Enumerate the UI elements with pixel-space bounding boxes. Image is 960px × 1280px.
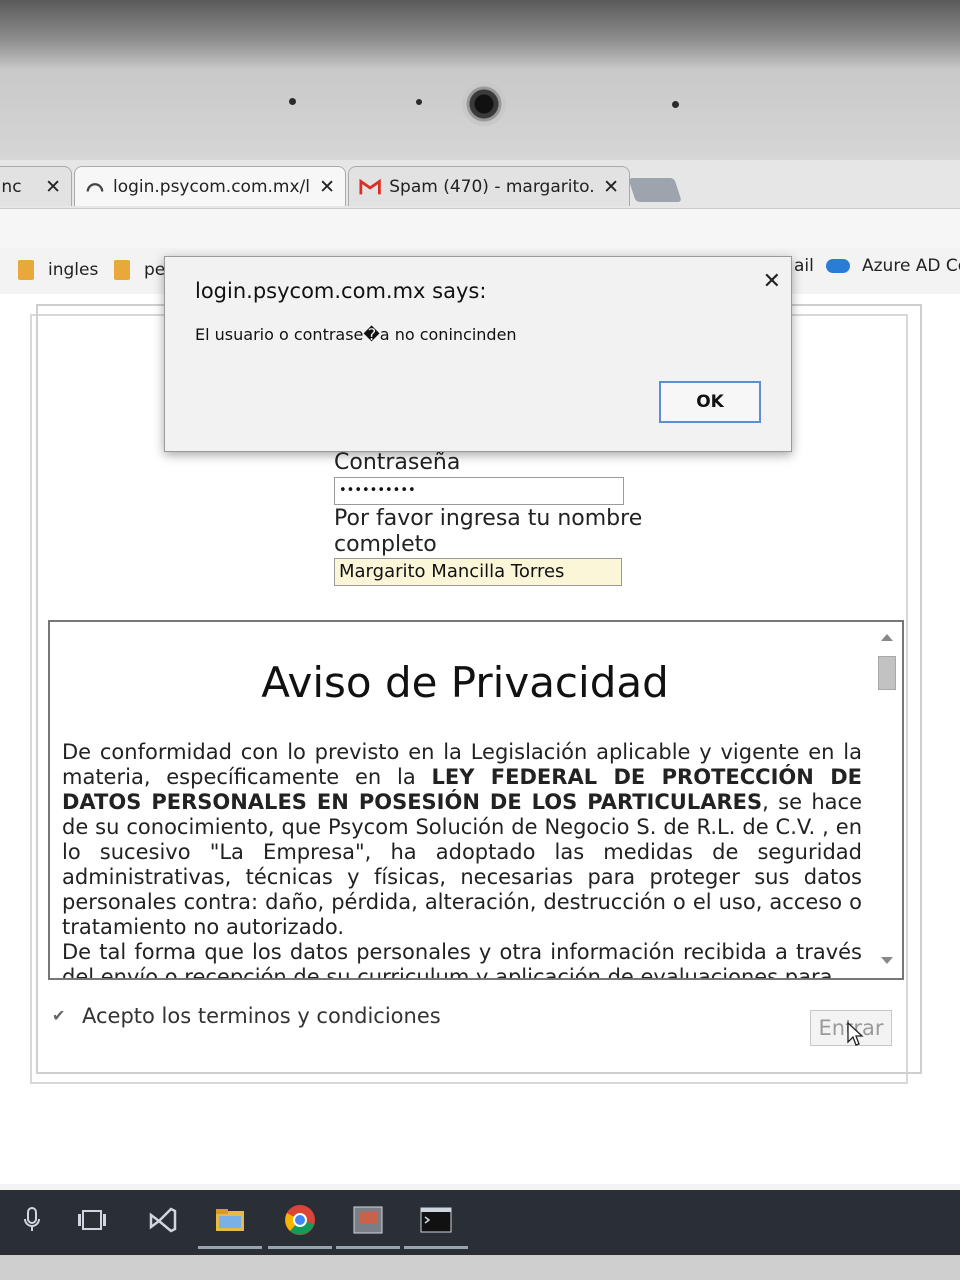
chrome-icon[interactable] — [268, 1204, 332, 1249]
folder-icon — [114, 260, 130, 280]
tab-login[interactable]: login.psycom.com.mx/log ✕ — [74, 166, 346, 206]
alert-dialog: login.psycom.com.mx says: ✕ El usuario o… — [164, 256, 792, 452]
scroll-down-icon[interactable] — [881, 957, 893, 964]
close-icon[interactable]: ✕ — [37, 176, 61, 198]
cloud-icon — [826, 259, 850, 273]
terminal-icon[interactable] — [404, 1204, 468, 1249]
bookmark-azure[interactable]: Azure AD Cor — [826, 256, 960, 276]
bookmark-label: Azure AD Cor — [862, 256, 960, 276]
bookmark-ingles[interactable]: ingles — [18, 260, 98, 280]
tab-gmail-spam[interactable]: Spam (470) - margarito.m ✕ — [348, 166, 630, 206]
browser-toolbar — [0, 208, 960, 248]
bookmark-label: ingles — [48, 260, 99, 280]
close-icon[interactable]: ✕ — [595, 176, 619, 198]
tab-title: anc — [0, 176, 22, 197]
accept-checkbox[interactable]: ✔ — [52, 1008, 68, 1024]
close-icon[interactable]: ✕ — [763, 269, 781, 294]
visual-studio-icon[interactable] — [146, 1204, 178, 1236]
name-label-line1: Por favor ingresa tu nombre — [334, 506, 643, 531]
tab-previous[interactable]: anc ✕ — [0, 166, 72, 206]
gmail-icon — [359, 178, 381, 194]
task-view-icon[interactable] — [76, 1204, 108, 1236]
privacy-paragraph-2: De tal forma que los datos personales y … — [62, 940, 862, 980]
privacy-paragraph-1: De conformidad con lo previsto en la Leg… — [62, 740, 862, 940]
bookmark-label: ail — [794, 256, 814, 276]
app-icon[interactable] — [336, 1204, 400, 1249]
bezel-sensor-dot — [289, 98, 296, 105]
bookmark-pe[interactable]: pe — [114, 260, 165, 280]
bookmark-label: pe — [144, 260, 166, 280]
mouse-cursor-icon — [847, 1022, 864, 1046]
accept-label: Acepto los terminos y condiciones — [82, 1004, 441, 1028]
new-tab-button[interactable] — [628, 178, 682, 202]
scroll-thumb[interactable] — [878, 656, 896, 690]
full-name-field[interactable]: Margarito Mancilla Torres — [334, 558, 622, 586]
file-explorer-icon[interactable] — [198, 1204, 262, 1249]
laptop-bezel — [0, 0, 960, 160]
accept-terms[interactable]: ✔ Acepto los terminos y condiciones — [52, 1004, 441, 1028]
laptop-bezel-bottom — [0, 1255, 960, 1280]
ok-button[interactable]: OK — [659, 381, 761, 423]
dialog-title: login.psycom.com.mx says: — [195, 279, 487, 303]
privacy-scrollbar[interactable] — [876, 628, 898, 976]
bezel-sensor-dot — [416, 99, 422, 105]
close-icon[interactable]: ✕ — [311, 176, 335, 198]
scroll-up-icon[interactable] — [881, 634, 893, 641]
microphone-icon[interactable] — [16, 1204, 48, 1236]
bezel-sensor-dot — [672, 101, 679, 108]
password-label: Contraseña — [334, 450, 461, 475]
tab-title: login.psycom.com.mx/log — [112, 176, 312, 197]
folder-icon — [18, 260, 34, 280]
taskbar — [0, 1190, 960, 1255]
loading-spinner-icon — [86, 182, 104, 192]
password-field[interactable]: •••••••••• — [334, 477, 624, 505]
screen: anc ✕ login.psycom.com.mx/log ✕ Spam (47… — [0, 160, 960, 1255]
webcam-icon — [462, 82, 506, 126]
tab-strip: anc ✕ login.psycom.com.mx/log ✕ Spam (47… — [0, 160, 960, 208]
bookmark-mail[interactable]: ail — [794, 256, 814, 276]
name-label-line2: completo — [334, 532, 437, 557]
privacy-title: Aviso de Privacidad — [261, 658, 669, 707]
tab-title: Spam (470) - margarito.m — [389, 176, 596, 197]
dialog-message: El usuario o contrase�a no conincinden — [195, 325, 517, 344]
privacy-notice-box[interactable]: Aviso de Privacidad De conformidad con l… — [48, 620, 904, 980]
